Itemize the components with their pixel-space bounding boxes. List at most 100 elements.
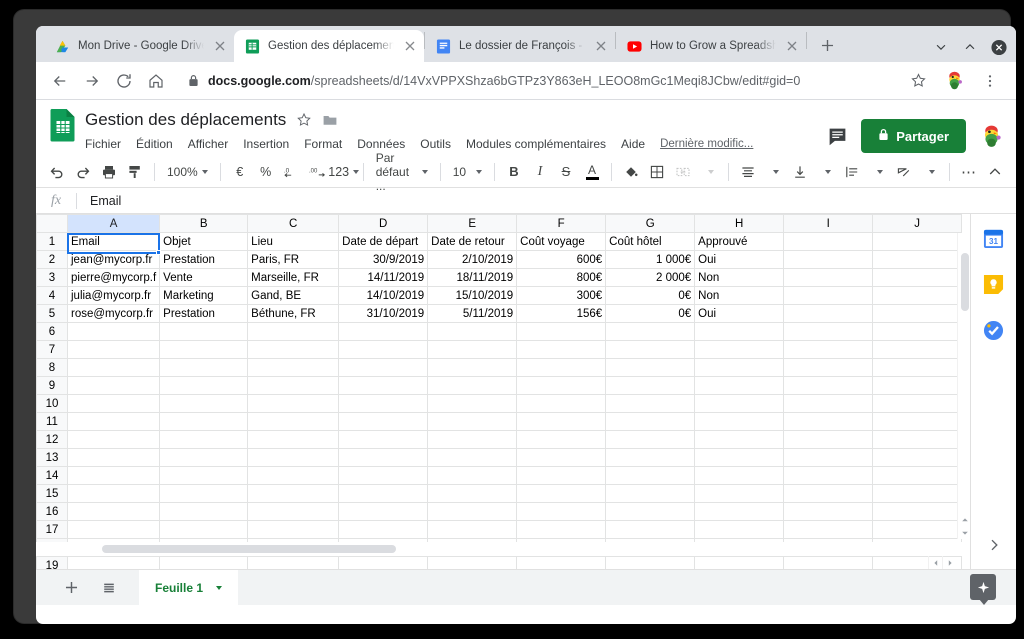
last-modified-link[interactable]: Dernière modific... bbox=[660, 138, 753, 150]
back-icon[interactable] bbox=[46, 67, 74, 95]
cell-D13[interactable] bbox=[339, 449, 428, 467]
cell-F16[interactable] bbox=[517, 503, 606, 521]
cell-H17[interactable] bbox=[695, 521, 784, 539]
scroll-up-icon[interactable] bbox=[958, 513, 970, 526]
cell-F19[interactable] bbox=[517, 557, 606, 570]
column-header-C[interactable]: C bbox=[248, 215, 339, 233]
column-header-J[interactable]: J bbox=[873, 215, 962, 233]
cell-I12[interactable] bbox=[784, 431, 873, 449]
cell-E19[interactable] bbox=[428, 557, 517, 570]
cell-C1[interactable]: Lieu bbox=[248, 233, 339, 251]
cell-H6[interactable] bbox=[695, 323, 784, 341]
cell-I2[interactable] bbox=[784, 251, 873, 269]
vertical-align-icon[interactable] bbox=[787, 159, 813, 185]
cell-F2[interactable]: 600€ bbox=[517, 251, 606, 269]
cell-B9[interactable] bbox=[160, 377, 248, 395]
merge-options-chevron-icon[interactable] bbox=[696, 159, 722, 185]
cell-D19[interactable] bbox=[339, 557, 428, 570]
cell-B4[interactable]: Marketing bbox=[160, 287, 248, 305]
cell-I5[interactable] bbox=[784, 305, 873, 323]
font-selector[interactable]: Par défaut ... bbox=[370, 159, 434, 185]
sheets-logo-icon[interactable] bbox=[46, 108, 81, 150]
row-header-13[interactable]: 13 bbox=[37, 449, 68, 467]
more-options-button[interactable]: ⋯ bbox=[956, 159, 982, 185]
cell-C16[interactable] bbox=[248, 503, 339, 521]
cell-H10[interactable] bbox=[695, 395, 784, 413]
cell-F9[interactable] bbox=[517, 377, 606, 395]
row-header-14[interactable]: 14 bbox=[37, 467, 68, 485]
reload-icon[interactable] bbox=[110, 67, 138, 95]
column-header-G[interactable]: G bbox=[606, 215, 695, 233]
cell-B10[interactable] bbox=[160, 395, 248, 413]
cell-B13[interactable] bbox=[160, 449, 248, 467]
cell-G16[interactable] bbox=[606, 503, 695, 521]
cell-F11[interactable] bbox=[517, 413, 606, 431]
cell-G1[interactable]: Coût hôtel bbox=[606, 233, 695, 251]
formula-bar-input[interactable]: Email bbox=[77, 194, 121, 208]
cell-B11[interactable] bbox=[160, 413, 248, 431]
cell-J9[interactable] bbox=[873, 377, 962, 395]
cell-A1[interactable]: Email bbox=[68, 233, 160, 251]
row-header-11[interactable]: 11 bbox=[37, 413, 68, 431]
close-icon[interactable] bbox=[784, 38, 800, 54]
cell-H12[interactable] bbox=[695, 431, 784, 449]
cell-H4[interactable]: Non bbox=[695, 287, 784, 305]
cell-G7[interactable] bbox=[606, 341, 695, 359]
menu-item-afficher[interactable]: Afficher bbox=[188, 137, 228, 151]
cell-F6[interactable] bbox=[517, 323, 606, 341]
cell-E2[interactable]: 2/10/2019 bbox=[428, 251, 517, 269]
cell-J12[interactable] bbox=[873, 431, 962, 449]
cell-D8[interactable] bbox=[339, 359, 428, 377]
cell-I4[interactable] bbox=[784, 287, 873, 305]
fill-color-icon[interactable] bbox=[618, 159, 644, 185]
cell-I14[interactable] bbox=[784, 467, 873, 485]
row-header-10[interactable]: 10 bbox=[37, 395, 68, 413]
horizontal-align-icon[interactable] bbox=[735, 159, 761, 185]
cell-C17[interactable] bbox=[248, 521, 339, 539]
cell-B17[interactable] bbox=[160, 521, 248, 539]
cell-D17[interactable] bbox=[339, 521, 428, 539]
cell-H16[interactable] bbox=[695, 503, 784, 521]
scroll-down-icon[interactable] bbox=[958, 526, 970, 539]
column-header-A[interactable]: A bbox=[68, 215, 160, 233]
cell-A16[interactable] bbox=[68, 503, 160, 521]
bold-button[interactable]: B bbox=[501, 159, 527, 185]
menu-item-insertion[interactable]: Insertion bbox=[243, 137, 289, 151]
cell-B1[interactable]: Objet bbox=[160, 233, 248, 251]
comment-history-icon[interactable] bbox=[827, 126, 848, 147]
scroll-right-icon[interactable] bbox=[942, 556, 956, 569]
cell-J15[interactable] bbox=[873, 485, 962, 503]
cell-G19[interactable] bbox=[606, 557, 695, 570]
cell-D9[interactable] bbox=[339, 377, 428, 395]
row-header-3[interactable]: 3 bbox=[37, 269, 68, 287]
cell-E14[interactable] bbox=[428, 467, 517, 485]
chevron-down-icon[interactable] bbox=[216, 586, 222, 590]
cell-C12[interactable] bbox=[248, 431, 339, 449]
cell-D3[interactable]: 14/11/2019 bbox=[339, 269, 428, 287]
cell-J14[interactable] bbox=[873, 467, 962, 485]
cell-C5[interactable]: Béthune, FR bbox=[248, 305, 339, 323]
cell-H13[interactable] bbox=[695, 449, 784, 467]
cell-G9[interactable] bbox=[606, 377, 695, 395]
cell-B19[interactable] bbox=[160, 557, 248, 570]
cell-D14[interactable] bbox=[339, 467, 428, 485]
cell-E13[interactable] bbox=[428, 449, 517, 467]
cell-H11[interactable] bbox=[695, 413, 784, 431]
cell-G15[interactable] bbox=[606, 485, 695, 503]
close-icon[interactable] bbox=[593, 38, 609, 54]
vertical-scroll-thumb[interactable] bbox=[961, 253, 969, 311]
home-icon[interactable] bbox=[142, 67, 170, 95]
redo-icon[interactable] bbox=[70, 159, 96, 185]
close-window-icon[interactable] bbox=[991, 39, 1007, 55]
row-header-16[interactable]: 16 bbox=[37, 503, 68, 521]
cell-C13[interactable] bbox=[248, 449, 339, 467]
cell-C9[interactable] bbox=[248, 377, 339, 395]
row-header-7[interactable]: 7 bbox=[37, 341, 68, 359]
cell-D15[interactable] bbox=[339, 485, 428, 503]
cell-C8[interactable] bbox=[248, 359, 339, 377]
cell-H5[interactable]: Oui bbox=[695, 305, 784, 323]
cell-I11[interactable] bbox=[784, 413, 873, 431]
cell-F14[interactable] bbox=[517, 467, 606, 485]
browser-tab-3[interactable]: How to Grow a Spreadsheet bbox=[616, 30, 806, 62]
undo-icon[interactable] bbox=[44, 159, 70, 185]
